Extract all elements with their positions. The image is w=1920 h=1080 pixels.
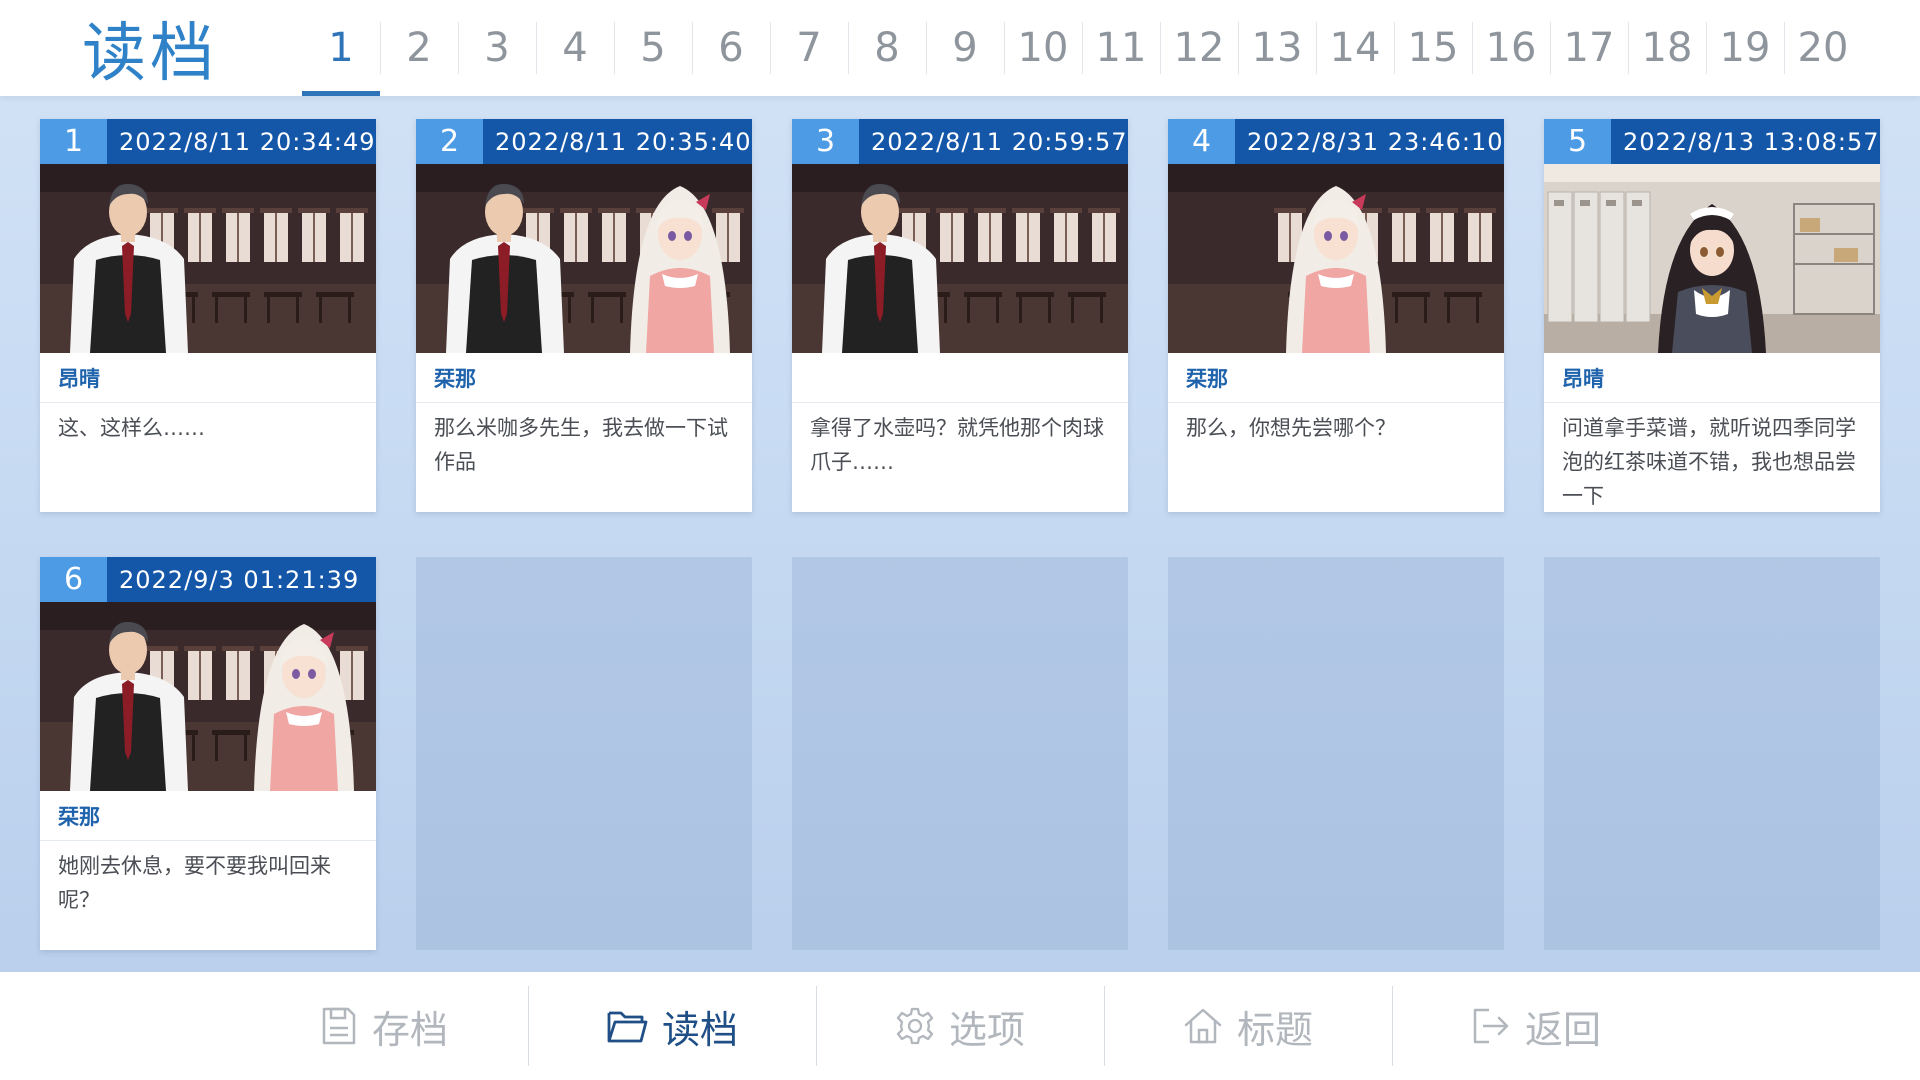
slot-speaker: 栞那 bbox=[40, 791, 376, 841]
slot-datetime: 2022/8/31 23:46:10 bbox=[1247, 127, 1504, 156]
exit-icon bbox=[1473, 1008, 1509, 1044]
page-tab-19[interactable]: 19 bbox=[1706, 0, 1784, 96]
page-tab-15[interactable]: 15 bbox=[1394, 0, 1472, 96]
slot-thumbnail bbox=[40, 164, 376, 353]
save-slot-6[interactable]: 6 2022/9/3 01:21:39 栞那 她刚去休息，要不要我叫回来呢？ bbox=[40, 557, 376, 950]
page-tab-12[interactable]: 12 bbox=[1160, 0, 1238, 96]
header: 读档 1 2 3 4 5 6 7 8 9 10 11 12 13 14 15 1… bbox=[0, 0, 1920, 96]
page-tab-13[interactable]: 13 bbox=[1238, 0, 1316, 96]
slot-dialogue: 那么米咖多先生，我去做一下试作品 bbox=[434, 416, 728, 474]
title-button[interactable]: 标题 bbox=[1104, 986, 1392, 1066]
slot-thumbnail bbox=[416, 164, 752, 353]
empty-save-slot-8[interactable] bbox=[792, 557, 1128, 950]
save-slot-4[interactable]: 4 2022/8/31 23:46:10 栞那 那么，你想先尝哪个？ bbox=[1168, 119, 1504, 512]
page-tab-4[interactable]: 4 bbox=[536, 0, 614, 96]
slot-header: 2 2022/8/11 20:35:40 bbox=[416, 119, 752, 164]
slot-datetime: 2022/8/11 20:59:57 bbox=[871, 127, 1128, 156]
slot-dialogue: 这、这样么…… bbox=[58, 416, 205, 440]
save-icon bbox=[322, 1007, 356, 1045]
page-title: 读档 bbox=[82, 17, 218, 91]
slot-speaker: 栞那 bbox=[1168, 353, 1504, 403]
page-tab-6[interactable]: 6 bbox=[692, 0, 770, 96]
title-label: 标题 bbox=[1236, 1007, 1313, 1052]
page-tab-3[interactable]: 3 bbox=[458, 0, 536, 96]
slot-header: 5 2022/8/13 13:08:57 bbox=[1544, 119, 1880, 164]
slot-speaker: 栞那 bbox=[416, 353, 752, 403]
page-tab-9[interactable]: 9 bbox=[926, 0, 1004, 96]
slot-datetime: 2022/9/3 01:21:39 bbox=[119, 565, 360, 594]
folder-icon bbox=[607, 1011, 648, 1043]
slot-header: 3 2022/8/11 20:59:57 bbox=[792, 119, 1128, 164]
slot-header: 1 2022/8/11 20:34:49 bbox=[40, 119, 376, 164]
page-tab-1[interactable]: 1 bbox=[302, 0, 380, 96]
slot-speaker: 昂晴 bbox=[40, 353, 376, 403]
slot-header: 6 2022/9/3 01:21:39 bbox=[40, 557, 376, 602]
slot-speaker: 昂晴 bbox=[1544, 353, 1880, 403]
slot-number: 1 bbox=[40, 119, 107, 164]
page-tab-5[interactable]: 5 bbox=[614, 0, 692, 96]
options-label: 选项 bbox=[948, 1007, 1025, 1052]
slot-thumbnail bbox=[40, 602, 376, 791]
bottom-nav: 存档 读档 选项 标题 返回 bbox=[0, 972, 1920, 1080]
save-slot-5[interactable]: 5 2022/8/13 13:08:57 昂晴 问道拿手菜谱，就听说四季同学泡的… bbox=[1544, 119, 1880, 512]
slot-number: 2 bbox=[416, 119, 483, 164]
slot-datetime: 2022/8/11 20:35:40 bbox=[495, 127, 752, 156]
save-button[interactable]: 存档 bbox=[240, 986, 528, 1066]
save-slot-1[interactable]: 1 2022/8/11 20:34:49 昂晴 这、这样么…… bbox=[40, 119, 376, 512]
slot-number: 5 bbox=[1544, 119, 1611, 164]
page-tab-8[interactable]: 8 bbox=[848, 0, 926, 96]
empty-save-slot-7[interactable] bbox=[416, 557, 752, 950]
slot-speaker bbox=[792, 353, 1128, 403]
return-label: 返回 bbox=[1524, 1007, 1601, 1052]
save-slot-2[interactable]: 2 2022/8/11 20:35:40 栞那 那么米咖多先生，我去做一下试作品 bbox=[416, 119, 752, 512]
slot-dialogue: 拿得了水壶吗？就凭他那个肉球爪子…… bbox=[810, 416, 1104, 474]
slot-datetime: 2022/8/11 20:34:49 bbox=[119, 127, 376, 156]
return-button[interactable]: 返回 bbox=[1392, 986, 1680, 1066]
options-button[interactable]: 选项 bbox=[816, 986, 1104, 1066]
page-tab-2[interactable]: 2 bbox=[380, 0, 458, 96]
page-tabs: 1 2 3 4 5 6 7 8 9 10 11 12 13 14 15 16 1… bbox=[302, 0, 1862, 96]
slot-dialogue: 那么，你想先尝哪个？ bbox=[1186, 416, 1396, 440]
save-label: 存档 bbox=[371, 1007, 448, 1052]
page-tab-7[interactable]: 7 bbox=[770, 0, 848, 96]
gear-icon bbox=[896, 1007, 934, 1045]
home-icon bbox=[1184, 1008, 1222, 1044]
page-tab-18[interactable]: 18 bbox=[1628, 0, 1706, 96]
page-tab-10[interactable]: 10 bbox=[1004, 0, 1082, 96]
slot-number: 4 bbox=[1168, 119, 1235, 164]
page-tab-11[interactable]: 11 bbox=[1082, 0, 1160, 96]
slot-thumbnail bbox=[1544, 164, 1880, 353]
slot-dialogue: 问道拿手菜谱，就听说四季同学泡的红茶味道不错，我也想品尝一下 bbox=[1562, 416, 1856, 508]
page-tab-16[interactable]: 16 bbox=[1472, 0, 1550, 96]
slot-number: 6 bbox=[40, 557, 107, 602]
slot-datetime: 2022/8/13 13:08:57 bbox=[1623, 127, 1880, 156]
page-tab-17[interactable]: 17 bbox=[1550, 0, 1628, 96]
slot-number: 3 bbox=[792, 119, 859, 164]
slot-thumbnail bbox=[1168, 164, 1504, 353]
slot-header: 4 2022/8/31 23:46:10 bbox=[1168, 119, 1504, 164]
empty-save-slot-9[interactable] bbox=[1168, 557, 1504, 950]
page-tab-20[interactable]: 20 bbox=[1784, 0, 1862, 96]
page-tab-14[interactable]: 14 bbox=[1316, 0, 1394, 96]
save-slot-3[interactable]: 3 2022/8/11 20:59:57 拿得了水壶吗？就凭他那个肉球爪子…… bbox=[792, 119, 1128, 512]
empty-save-slot-10[interactable] bbox=[1544, 557, 1880, 950]
load-label: 读档 bbox=[661, 1007, 738, 1052]
load-button[interactable]: 读档 bbox=[528, 986, 816, 1066]
slot-dialogue: 她刚去休息，要不要我叫回来呢？ bbox=[58, 854, 331, 912]
slot-thumbnail bbox=[792, 164, 1128, 353]
